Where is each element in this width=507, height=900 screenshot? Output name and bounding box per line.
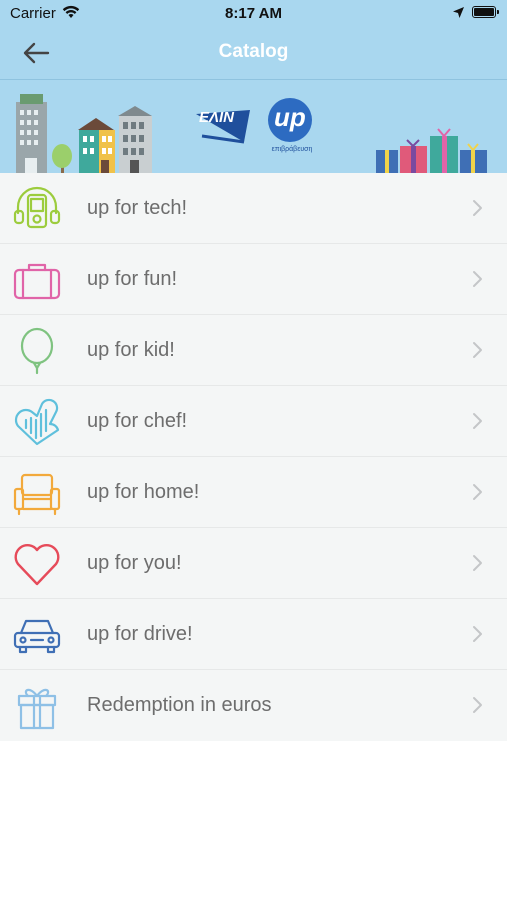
- elin-logo-text: ΕΛΙΝ: [199, 109, 235, 126]
- catalog-item-chef[interactable]: up for chef!: [0, 386, 507, 457]
- chevron-right-icon: [473, 200, 482, 216]
- city-illustration: [16, 94, 487, 173]
- heart-icon: [14, 544, 60, 586]
- catalog-list: up for tech! up for fun! up for kid! up …: [0, 173, 507, 741]
- catalog-item-drive[interactable]: up for drive!: [0, 599, 507, 670]
- catalog-item-label: up for home!: [87, 481, 200, 503]
- elin-logo: ΕΛΙΝ: [194, 106, 252, 144]
- chevron-right-icon: [473, 626, 482, 642]
- car-icon: [13, 619, 61, 654]
- catalog-item-home[interactable]: up for home!: [0, 457, 507, 528]
- up-logo-caption: επιβράβευση: [271, 146, 313, 153]
- gift-icon: [17, 688, 57, 730]
- status-bar: Carrier 8:17 AM: [0, 0, 507, 28]
- navigation-bar: Catalog: [0, 28, 507, 80]
- catalog-item-redemption-euros[interactable]: Redemption in euros: [0, 670, 507, 741]
- battery-icon: [472, 6, 499, 18]
- catalog-item-label: up for you!: [87, 552, 182, 574]
- location-arrow-icon: [453, 7, 464, 18]
- catalog-item-label: up for drive!: [87, 623, 193, 645]
- catalog-item-label: up for kid!: [87, 339, 175, 361]
- chevron-right-icon: [473, 697, 482, 713]
- catalog-item-you[interactable]: up for you!: [0, 528, 507, 599]
- armchair-icon: [13, 473, 61, 516]
- up-logo-text: up: [274, 102, 306, 132]
- suitcase-icon: [13, 263, 61, 300]
- headphones-phone-icon: [13, 186, 61, 229]
- catalog-item-fun[interactable]: up for fun!: [0, 244, 507, 315]
- chevron-right-icon: [473, 342, 482, 358]
- catalog-item-tech[interactable]: up for tech!: [0, 173, 507, 244]
- status-time: 8:17 AM: [225, 5, 282, 22]
- chevron-right-icon: [473, 484, 482, 500]
- up-logo: up επιβράβευση: [266, 98, 316, 164]
- catalog-item-label: up for tech!: [87, 197, 188, 219]
- chevron-right-icon: [473, 555, 482, 571]
- page-title: Catalog: [218, 41, 289, 62]
- chevron-right-icon: [473, 271, 482, 287]
- catalog-item-label: up for chef!: [87, 410, 188, 432]
- catalog-item-kid[interactable]: up for kid!: [0, 315, 507, 386]
- catalog-item-label: Redemption in euros: [87, 694, 272, 716]
- oven-mitt-icon: [14, 398, 60, 446]
- chevron-right-icon: [473, 413, 482, 429]
- header-banner: ΕΛΙΝ up επιβράβευση: [0, 80, 507, 173]
- balloon-icon: [20, 327, 54, 375]
- catalog-item-label: up for fun!: [87, 268, 178, 290]
